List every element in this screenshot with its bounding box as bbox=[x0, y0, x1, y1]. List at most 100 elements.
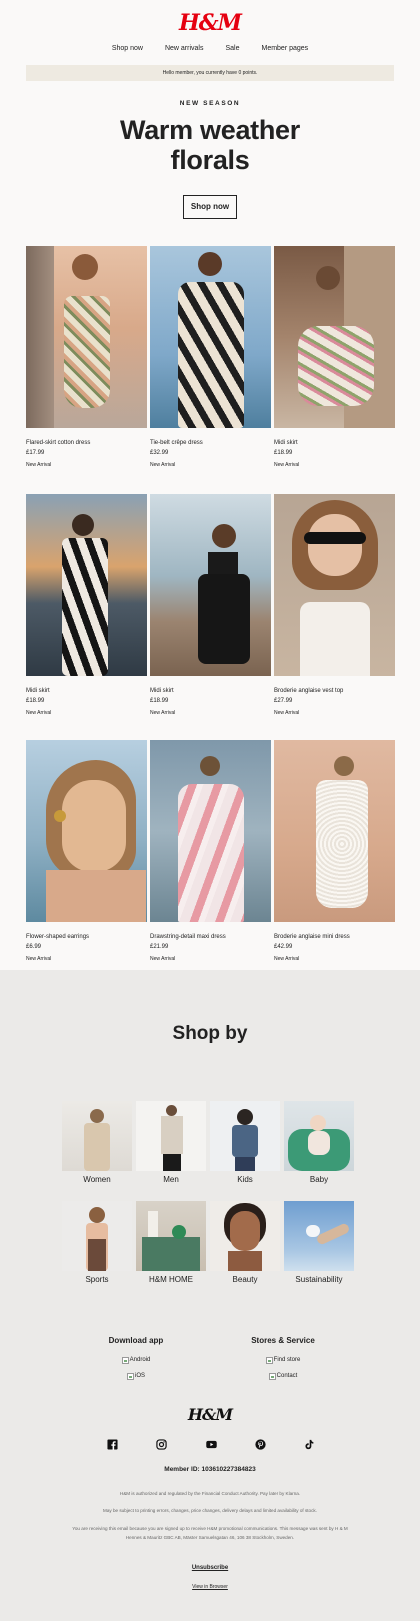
product-card[interactable]: Midi skirt £18.99 New Arrival bbox=[26, 494, 147, 717]
product-image[interactable] bbox=[26, 246, 147, 428]
category-label[interactable]: Men bbox=[136, 1175, 206, 1185]
category-image[interactable] bbox=[136, 1201, 206, 1271]
youtube-icon[interactable] bbox=[205, 1439, 217, 1450]
category-sports[interactable]: Sports bbox=[62, 1201, 132, 1285]
android-badge-icon bbox=[121, 1356, 129, 1364]
category-beauty[interactable]: Beauty bbox=[210, 1201, 280, 1285]
contact-link[interactable]: Contact bbox=[218, 1372, 348, 1380]
product-price: £21.99 bbox=[150, 944, 169, 950]
stores-service-title: Stores & Service bbox=[251, 1336, 315, 1345]
product-image[interactable] bbox=[274, 740, 395, 922]
product-name[interactable]: Flared-skirt cotton dress bbox=[26, 440, 147, 448]
ios-link[interactable]: iOS bbox=[71, 1372, 201, 1380]
android-link[interactable]: Android bbox=[71, 1356, 201, 1364]
product-name[interactable]: Midi skirt bbox=[274, 440, 395, 448]
legal-sender: You are receiving this email because you… bbox=[72, 1526, 348, 1540]
facebook-icon[interactable] bbox=[107, 1439, 118, 1450]
legal-fca: H&M is authorized and regulated by the F… bbox=[119, 1491, 301, 1496]
new-arrival-tag: New Arrival bbox=[150, 462, 176, 468]
product-price: £18.99 bbox=[26, 698, 45, 704]
category-hm-home[interactable]: H&M HOME bbox=[136, 1201, 206, 1285]
product-name[interactable]: Flower-shaped earrings bbox=[26, 934, 147, 942]
category-image[interactable] bbox=[62, 1101, 132, 1171]
product-name[interactable]: Broderie anglaise vest top bbox=[274, 688, 395, 696]
product-image[interactable] bbox=[274, 494, 395, 676]
points-banner: Hello member, you currently have 0 point… bbox=[26, 65, 394, 81]
product-card[interactable]: Broderie anglaise vest top £27.99 New Ar… bbox=[274, 494, 395, 717]
shop-now-button[interactable]: Shop now bbox=[182, 195, 238, 219]
category-row: Women Men Kids Baby bbox=[62, 1101, 358, 1185]
new-arrival-tag: New Arrival bbox=[274, 462, 300, 468]
new-arrival-tag: New Arrival bbox=[274, 710, 300, 716]
product-card[interactable]: Midi skirt £18.99 New Arrival bbox=[150, 494, 271, 717]
new-arrival-tag: New Arrival bbox=[26, 956, 52, 962]
category-image[interactable] bbox=[136, 1101, 206, 1171]
category-label[interactable]: Beauty bbox=[210, 1275, 280, 1285]
product-name[interactable]: Broderie anglaise mini dress bbox=[274, 934, 395, 942]
category-image[interactable] bbox=[62, 1201, 132, 1271]
instagram-icon[interactable] bbox=[156, 1439, 167, 1450]
download-app-block: Download app Android iOS bbox=[71, 1336, 201, 1380]
category-label[interactable]: H&M HOME bbox=[136, 1275, 206, 1285]
product-row: Flared-skirt cotton dress £17.99 New Arr… bbox=[26, 246, 395, 469]
view-in-browser-link[interactable]: View in Browser bbox=[0, 1584, 420, 1590]
hero-eyebrow: NEW SEASON bbox=[179, 100, 241, 107]
hero-headline: Warm weather florals bbox=[120, 115, 300, 175]
contact-icon bbox=[268, 1372, 276, 1380]
category-image[interactable] bbox=[284, 1101, 354, 1171]
product-image[interactable] bbox=[26, 494, 147, 676]
category-image[interactable] bbox=[284, 1201, 354, 1271]
product-price: £18.99 bbox=[150, 698, 169, 704]
hm-logo[interactable]: H&M bbox=[0, 0, 420, 38]
category-row: Sports H&M HOME Beauty Sustainability bbox=[62, 1201, 358, 1285]
product-card[interactable]: Tie-belt crêpe dress £32.99 New Arrival bbox=[150, 246, 271, 469]
product-card[interactable]: Midi skirt £18.99 New Arrival bbox=[274, 246, 395, 469]
category-image[interactable] bbox=[210, 1101, 280, 1171]
product-name[interactable]: Midi skirt bbox=[150, 688, 271, 696]
category-label[interactable]: Kids bbox=[210, 1175, 280, 1185]
product-image[interactable] bbox=[274, 246, 395, 428]
product-name[interactable]: Drawstring-detail maxi dress bbox=[150, 934, 271, 942]
top-nav: Shop now New arrivals Sale Member pages bbox=[0, 45, 420, 57]
category-sustainability[interactable]: Sustainability bbox=[284, 1201, 354, 1285]
nav-member-pages[interactable]: Member pages bbox=[261, 45, 308, 57]
legal-disclaimer: May be subject to printing errors, chang… bbox=[103, 1508, 317, 1513]
product-card[interactable]: Drawstring-detail maxi dress £21.99 New … bbox=[150, 740, 271, 963]
product-card[interactable]: Flower-shaped earrings £6.99 New Arrival bbox=[26, 740, 147, 963]
category-label[interactable]: Baby bbox=[284, 1175, 354, 1185]
nav-sale[interactable]: Sale bbox=[225, 45, 239, 57]
product-row: Midi skirt £18.99 New Arrival Midi skirt… bbox=[26, 494, 395, 717]
find-store-link[interactable]: Find store bbox=[218, 1356, 348, 1364]
product-name[interactable]: Midi skirt bbox=[26, 688, 147, 696]
category-kids[interactable]: Kids bbox=[210, 1101, 280, 1185]
category-image[interactable] bbox=[210, 1201, 280, 1271]
email-page: H&M Shop now New arrivals Sale Member pa… bbox=[0, 0, 420, 1621]
category-baby[interactable]: Baby bbox=[284, 1101, 354, 1185]
nav-new-arrivals[interactable]: New arrivals bbox=[165, 45, 204, 57]
product-row: Flower-shaped earrings £6.99 New Arrival… bbox=[26, 740, 395, 963]
nav-shop-now[interactable]: Shop now bbox=[112, 45, 143, 57]
unsubscribe-link[interactable]: Unsubscribe bbox=[0, 1565, 420, 1571]
product-image[interactable] bbox=[26, 740, 147, 922]
stores-service-block: Stores & Service Find store Contact bbox=[218, 1336, 348, 1380]
product-image[interactable] bbox=[150, 246, 271, 428]
tiktok-icon[interactable] bbox=[304, 1439, 315, 1450]
footer-hm-logo[interactable]: H&M bbox=[0, 1405, 420, 1424]
product-price: £32.99 bbox=[150, 450, 169, 456]
category-women[interactable]: Women bbox=[62, 1101, 132, 1185]
new-arrival-tag: New Arrival bbox=[26, 710, 52, 716]
category-label[interactable]: Sustainability bbox=[284, 1275, 354, 1285]
product-image[interactable] bbox=[150, 740, 271, 922]
product-card[interactable]: Broderie anglaise mini dress £42.99 New … bbox=[274, 740, 395, 963]
product-card[interactable]: Flared-skirt cotton dress £17.99 New Arr… bbox=[26, 246, 147, 469]
shop-by-title: Shop by bbox=[172, 1023, 248, 1044]
category-label[interactable]: Sports bbox=[62, 1275, 132, 1285]
find-store-icon bbox=[265, 1356, 273, 1364]
new-arrival-tag: New Arrival bbox=[26, 462, 52, 468]
social-links bbox=[107, 1439, 315, 1450]
category-men[interactable]: Men bbox=[136, 1101, 206, 1185]
product-image[interactable] bbox=[150, 494, 271, 676]
category-label[interactable]: Women bbox=[62, 1175, 132, 1185]
product-name[interactable]: Tie-belt crêpe dress bbox=[150, 440, 271, 448]
pinterest-icon[interactable] bbox=[255, 1439, 266, 1450]
